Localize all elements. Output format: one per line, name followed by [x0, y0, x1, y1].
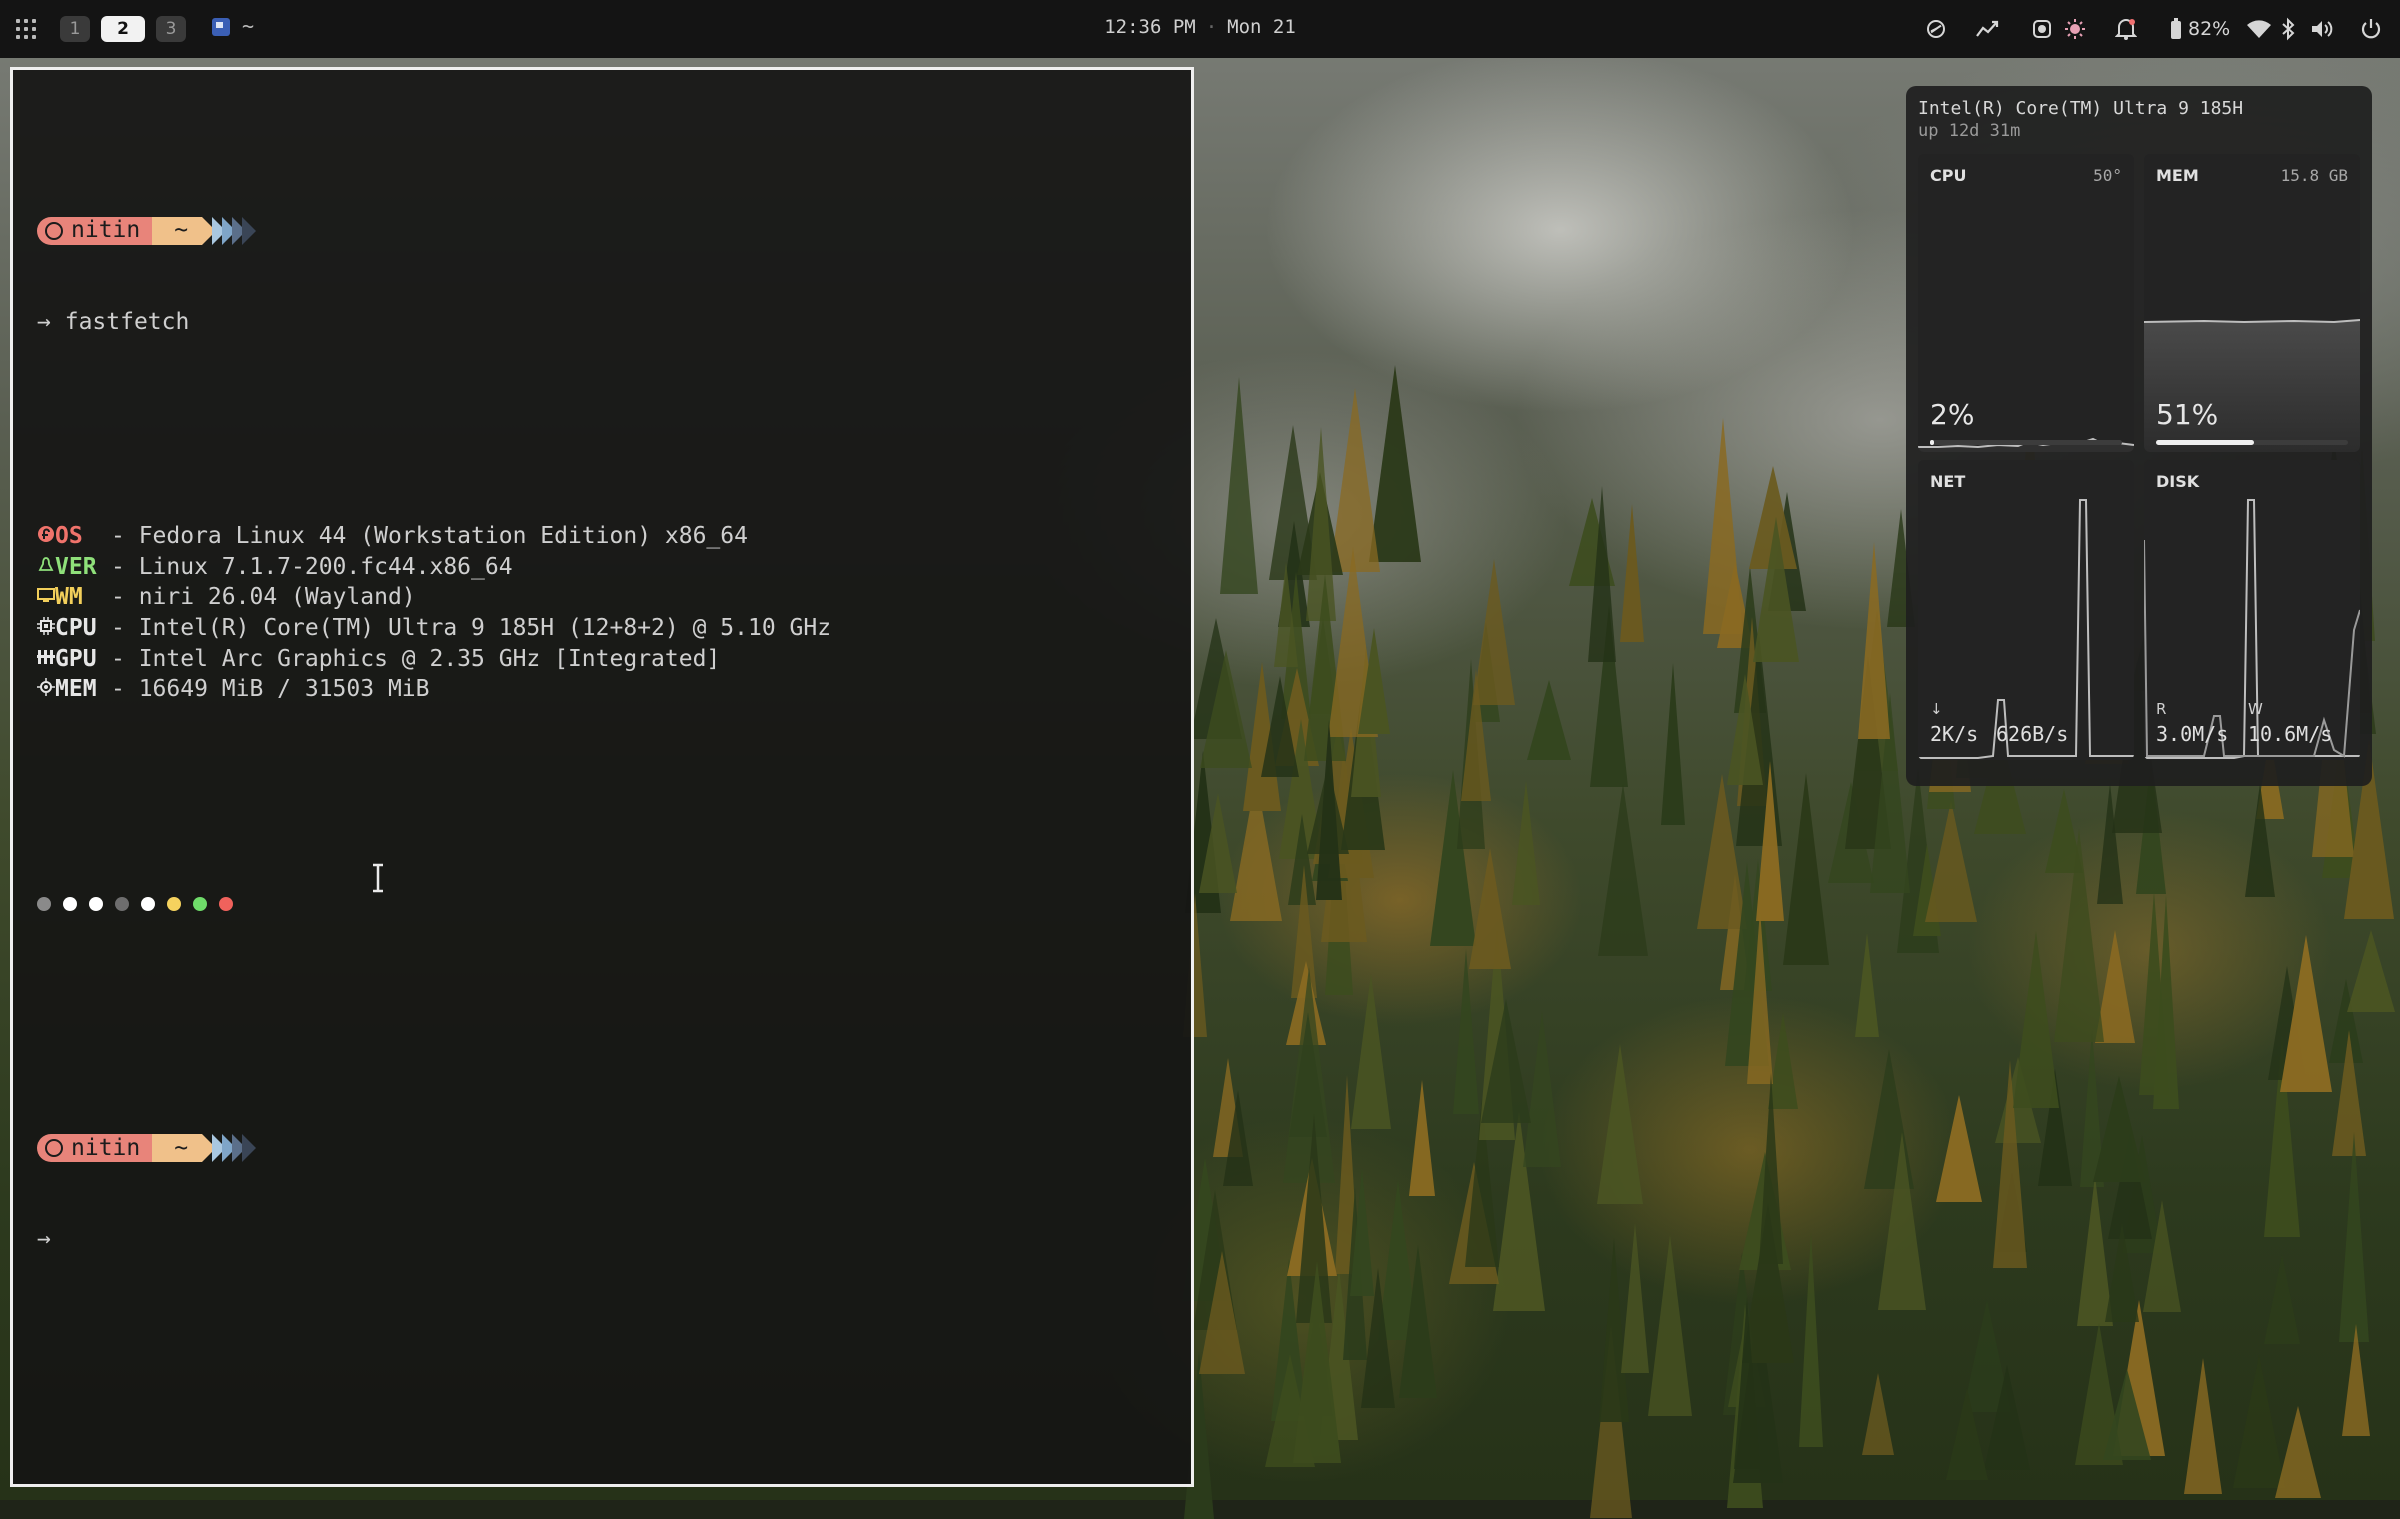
cpu-icon	[37, 613, 55, 644]
info-value: - niri 26.04 (Wayland)	[111, 584, 416, 611]
prompt-dir-segment: ~	[152, 1134, 203, 1162]
disk-write-label: W	[2248, 700, 2263, 718]
no-disturb-icon[interactable]	[1925, 14, 1947, 44]
color-palette	[37, 888, 831, 919]
palette-swatch	[193, 896, 207, 911]
info-label: WM	[55, 584, 83, 611]
sun-icon[interactable]	[2064, 14, 2086, 44]
info-value: - Fedora Linux 44 (Workstation Edition) …	[111, 523, 748, 550]
net-card[interactable]: NET ↓ 2K/s 626B/s	[1918, 460, 2134, 760]
info-label: GPU	[55, 645, 97, 672]
top-bar: 1 2 3 ~ 12:36 PM · Mon 21 82%	[0, 0, 2400, 58]
palette-swatch	[219, 896, 233, 911]
command-line: → fastfetch	[37, 307, 831, 338]
info-label: MEM	[55, 676, 97, 703]
prompt-user-segment: nitin	[37, 1134, 153, 1162]
info-row-os: OS - Fedora Linux 44 (Workstation Edition…	[37, 521, 831, 552]
disk-read-rate: 3.0M/s	[2156, 722, 2229, 746]
disk-write-rate: 10.6M/s	[2248, 722, 2333, 746]
monitor-icon	[37, 582, 55, 613]
palette-swatch	[115, 896, 129, 911]
gpu-icon	[37, 644, 55, 675]
battery-icon	[2171, 18, 2181, 39]
prompt-chevrons	[202, 216, 257, 245]
net-graph	[1918, 499, 2134, 759]
info-row-ver: VER - Linux 7.1.7-200.fc44.x86_64	[37, 552, 831, 583]
bell-icon[interactable]	[2115, 14, 2137, 44]
info-label: CPU	[55, 614, 97, 641]
fastfetch-info: OS - Fedora Linux 44 (Workstation Edition…	[37, 521, 831, 705]
bluetooth-icon[interactable]	[2280, 14, 2296, 44]
mem-bar	[2156, 440, 2348, 445]
cpu-bar-fill	[1930, 440, 1934, 445]
cpu-percent: 2%	[1930, 398, 1975, 431]
terminal-window[interactable]: nitin ~ → fastfetch OS - Fedora Linux 44 …	[10, 67, 1194, 1487]
prompt-dir-segment: ~	[152, 216, 203, 245]
prompt-chevrons	[202, 1134, 257, 1162]
prompt-user: nitin	[71, 1134, 141, 1161]
system-monitor-widget[interactable]: Intel(R) Core(TM) Ultra 9 185H up 12d 31…	[1906, 86, 2372, 786]
info-value: - Intel Arc Graphics @ 2.35 GHz [Integra…	[111, 645, 721, 672]
tux-icon	[37, 552, 55, 583]
palette-swatch	[167, 896, 181, 911]
monitor-cpu-model: Intel(R) Core(TM) Ultra 9 185H	[1918, 98, 2244, 119]
cpu-card[interactable]: CPU 50° 2%	[1918, 154, 2134, 452]
text-cursor-icon	[373, 863, 383, 893]
activity-icon[interactable]	[1975, 14, 2001, 44]
mem-card[interactable]: MEM 15.8 GB 51%	[2144, 154, 2360, 452]
palette-swatch	[37, 896, 51, 911]
disk-read-label: R	[2156, 700, 2167, 718]
prompt-arrow: →	[37, 308, 51, 335]
palette-swatch	[89, 896, 103, 911]
volume-icon[interactable]	[2310, 14, 2334, 44]
prompt-user: nitin	[71, 217, 141, 244]
info-row-mem: MEM - 16649 MiB / 31503 MiB	[37, 674, 831, 705]
info-label: VER	[55, 553, 97, 580]
battery-indicator[interactable]: 82%	[2170, 14, 2230, 44]
memory-icon	[37, 674, 55, 705]
command-text: fastfetch	[64, 308, 190, 335]
info-value: - 16649 MiB / 31503 MiB	[111, 676, 430, 703]
battery-percent: 82%	[2188, 18, 2231, 40]
wifi-icon[interactable]	[2246, 14, 2272, 44]
info-row-wm: WM - niri 26.04 (Wayland)	[37, 582, 831, 613]
mem-percent: 51%	[2156, 398, 2219, 431]
info-label: OS	[55, 523, 83, 550]
info-row-cpu: CPU - Intel(R) Core(TM) Ultra 9 185H (12+…	[37, 613, 831, 644]
fedora-icon	[45, 221, 63, 240]
mem-bar-fill	[2156, 440, 2254, 445]
net-down-rate: 2K/s	[1930, 722, 1979, 746]
disk-card[interactable]: DISK R W 3.0M/s 10.6M/s	[2144, 460, 2360, 760]
fedora-icon	[37, 521, 55, 552]
info-value: - Linux 7.1.7-200.fc44.x86_64	[111, 553, 513, 580]
net-up-rate: 626B/s	[1996, 722, 2069, 746]
prompt-arrow: →	[37, 1226, 51, 1253]
record-icon[interactable]	[2032, 14, 2052, 44]
prompt-dir: ~	[174, 217, 189, 244]
power-icon[interactable]	[2360, 14, 2382, 44]
fedora-icon	[45, 1139, 63, 1157]
palette-swatch	[63, 896, 77, 911]
shell-prompt-2: nitin ~	[37, 1133, 831, 1163]
info-row-gpu: GPU - Intel Arc Graphics @ 2.35 GHz [Inte…	[37, 644, 831, 675]
input-line[interactable]: →	[37, 1224, 831, 1255]
palette-swatch	[141, 896, 155, 911]
prompt-user-segment: nitin	[37, 216, 153, 245]
system-tray: 82%	[0, 14, 2400, 44]
terminal-output: nitin ~ → fastfetch OS - Fedora Linux 44 …	[37, 124, 831, 1316]
info-value: - Intel(R) Core(TM) Ultra 9 185H (12+8+2…	[111, 614, 832, 641]
shell-prompt: nitin ~	[37, 216, 831, 246]
cpu-bar	[1930, 440, 2122, 445]
net-down-icon: ↓	[1930, 700, 1943, 718]
monitor-uptime: up 12d 31m	[1918, 121, 2021, 141]
prompt-dir: ~	[174, 1134, 189, 1161]
